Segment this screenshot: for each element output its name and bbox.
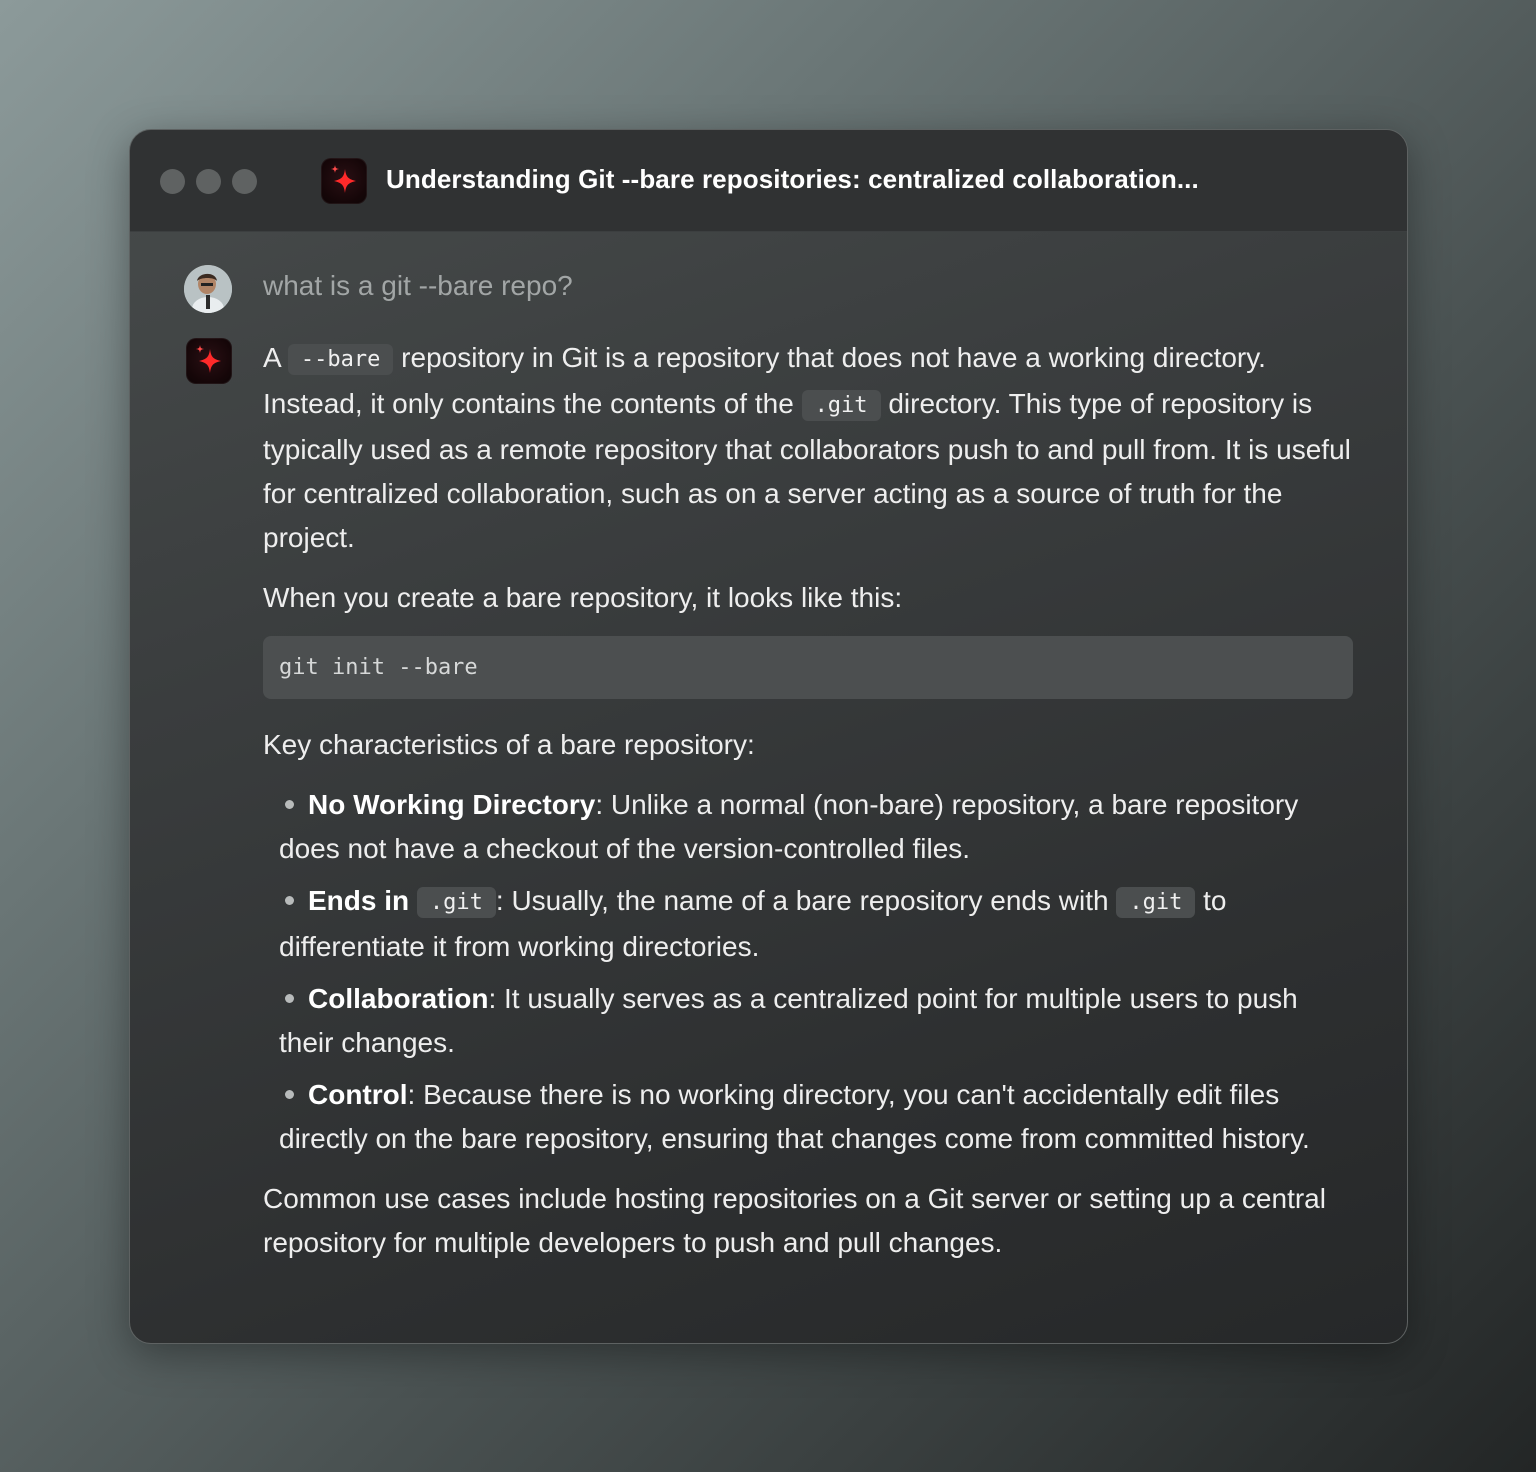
answer-paragraph-3: Key characteristics of a bare repository… [263,729,755,760]
answer-paragraph-2: When you create a bare repository, it lo… [263,582,903,613]
avatar [184,265,232,313]
user-message: what is a git --bare repo? [263,270,573,301]
list-item-title: No Working Directory [308,789,596,820]
answer-paragraph-1: A --bare repository in Git is a reposito… [263,336,1353,560]
list-item: Control: Because there is no working dir… [279,1073,1353,1161]
assistant-sparkle-icon [186,338,232,384]
list-item-title: Collaboration [308,983,489,1014]
bullet-icon [285,994,294,1003]
chat-window: Understanding Git --bare repositories: c… [129,129,1408,1344]
list-item: No Working Directory: Unlike a normal (n… [279,783,1353,871]
text: A [263,342,288,373]
list-item-title: Control [308,1079,408,1110]
bullet-icon [285,896,294,905]
list-item-title: Ends in [308,885,417,916]
list-item-text: : Usually, the name of a bare repository… [495,885,1117,916]
inline-code: .git [416,887,496,918]
inline-code: .git [1116,887,1196,918]
inline-code: --bare [287,344,394,375]
list-item: Collaboration: It usually serves as a ce… [279,977,1353,1065]
bullet-icon [285,800,294,809]
assistant-message: A --bare repository in Git is a reposito… [263,336,1353,1281]
bullet-icon [285,1090,294,1099]
answer-paragraph-4: Common use cases include hosting reposit… [263,1183,1326,1258]
code-block[interactable]: git init --bare [263,636,1353,699]
conversation-title: Understanding Git --bare repositories: c… [386,164,1199,194]
sparkle-icon [321,158,367,204]
inline-code: .git [801,390,881,421]
close-window-button[interactable] [160,169,185,194]
zoom-window-button[interactable] [232,169,257,194]
list-item-text: : Because there is no working directory,… [279,1079,1310,1154]
list-item: Ends in .git: Usually, the name of a bar… [279,879,1353,969]
title-bar: Understanding Git --bare repositories: c… [130,130,1407,232]
characteristics-list: No Working Directory: Unlike a normal (n… [263,783,1353,1161]
minimize-window-button[interactable] [196,169,221,194]
